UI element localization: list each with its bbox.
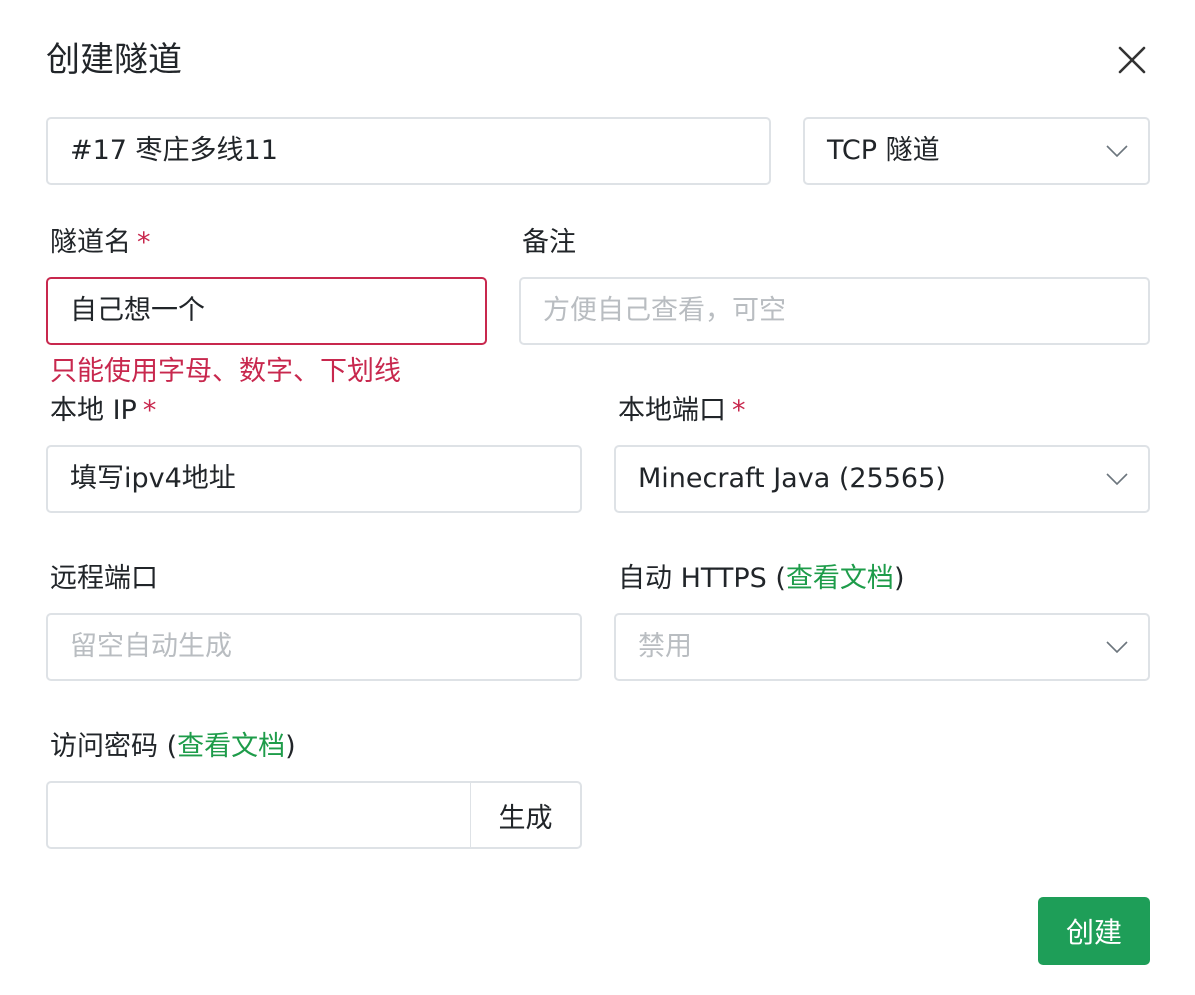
tunnel-name-label: 隧道名 * [50,227,151,259]
remote-port-placeholder: 留空自动生成 [70,631,232,662]
access-password-label-suffix: ) [285,731,296,762]
create-button[interactable]: 创建 [1038,897,1150,965]
local-port-label-text: 本地端口 [618,395,726,426]
remark-label: 备注 [522,227,576,258]
access-password-doc-link[interactable]: 查看文档 [177,731,285,762]
create-tunnel-dialog: 创建隧道 #17 枣庄多线11 TCP 隧道 隧道名 * 备注 自己想一个 方便自… [0,0,1195,995]
auto-https-value: 禁用 [638,631,692,662]
chevron-down-icon [1106,641,1128,653]
required-mark: * [137,227,151,258]
chevron-down-icon [1106,145,1128,157]
required-mark: * [732,395,746,426]
required-mark: * [142,395,157,426]
access-password-input[interactable] [46,781,470,849]
access-password-label: 访问密码 (查看文档) [50,731,296,763]
auto-https-label-text: 自动 HTTPS ( [618,563,786,594]
tunnel-name-value: 自己想一个 [70,295,205,326]
dialog-title: 创建隧道 [46,40,182,80]
chevron-down-icon [1106,473,1128,485]
tunnel-name-error: 只能使用字母、数字、下划线 [50,356,401,387]
tunnel-type-value: TCP 隧道 [827,135,940,166]
remote-port-label: 远程端口 [50,563,158,594]
local-ip-label-text: 本地 IP [50,395,137,426]
local-ip-label: 本地 IP * [50,395,156,427]
tunnel-type-select[interactable]: TCP 隧道 [803,117,1150,185]
close-icon[interactable] [1114,42,1150,78]
auto-https-label-suffix: ) [893,563,905,594]
local-port-label: 本地端口 * [618,395,746,427]
generate-password-button[interactable]: 生成 [470,781,582,849]
local-ip-input[interactable]: 填写ipv4地址 [46,445,582,513]
auto-https-label: 自动 HTTPS (查看文档) [618,563,904,595]
node-select[interactable]: #17 枣庄多线11 [46,117,771,185]
access-password-label-text: 访问密码 ( [50,731,178,762]
local-port-select[interactable]: Minecraft Java (25565) [614,445,1150,513]
remark-placeholder: 方便自己查看，可空 [543,295,786,326]
remark-input[interactable]: 方便自己查看，可空 [519,277,1150,345]
tunnel-name-label-text: 隧道名 [50,227,131,258]
auto-https-doc-link[interactable]: 查看文档 [786,563,894,594]
local-port-value: Minecraft Java (25565) [638,463,946,494]
local-ip-value: 填写ipv4地址 [70,463,236,494]
node-select-value: #17 枣庄多线11 [70,135,278,166]
auto-https-select[interactable]: 禁用 [614,613,1150,681]
remote-port-input[interactable]: 留空自动生成 [46,613,582,681]
tunnel-name-input[interactable]: 自己想一个 [46,277,487,345]
